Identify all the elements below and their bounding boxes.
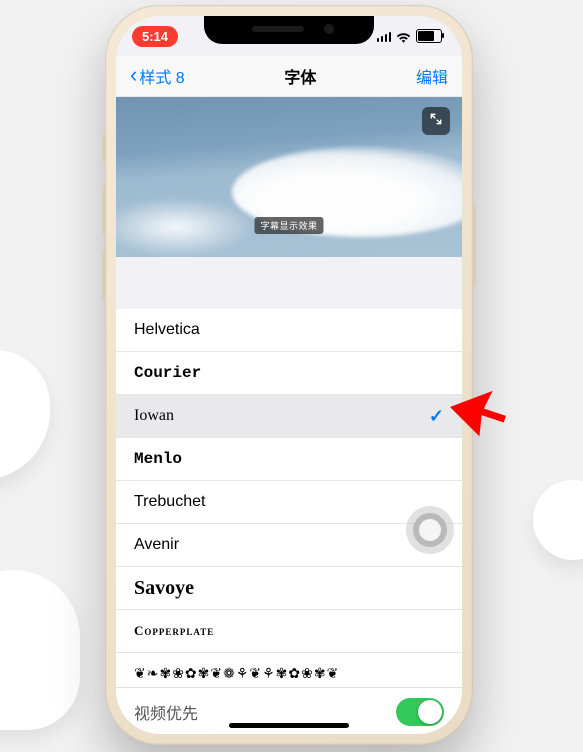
screen: 5:14 ‹ 样式 8 字体 编辑 字幕显示效果 — [116, 16, 462, 734]
side-button — [102, 250, 106, 300]
expand-icon — [429, 112, 443, 131]
side-button — [472, 205, 476, 285]
edit-button[interactable]: 编辑 — [416, 64, 448, 88]
status-time: 5:14 — [132, 26, 178, 47]
section-spacer — [116, 257, 462, 309]
font-label: Copperplate — [134, 623, 214, 639]
font-row-copperplate[interactable]: Copperplate — [116, 610, 462, 653]
font-row-menlo[interactable]: Menlo — [116, 438, 462, 481]
checkmark-icon: ✓ — [429, 406, 444, 427]
back-button[interactable]: ‹ 样式 8 — [130, 64, 185, 88]
preview-caption: 字幕显示效果 — [254, 217, 323, 234]
back-label: 样式 8 — [139, 64, 184, 88]
toggle-label: 视频优先 — [134, 700, 198, 724]
wifi-icon — [396, 31, 411, 42]
font-label: Menlo — [134, 450, 182, 468]
font-label: Savoye — [134, 577, 194, 600]
font-label: Helvetica — [134, 321, 200, 339]
battery-icon — [416, 29, 442, 43]
side-button — [102, 185, 106, 235]
font-row-courier[interactable]: Courier — [116, 352, 462, 395]
font-label: ❦❧✾❀✿✾❦❁⚘❦⚘✾✿❀✾❦ — [134, 666, 339, 683]
page-title: 字体 — [284, 64, 316, 88]
chevron-left-icon: ‹ — [130, 64, 137, 86]
font-row-helvetica[interactable]: Helvetica — [116, 309, 462, 352]
assistive-touch-icon — [413, 513, 447, 547]
side-button — [102, 135, 106, 161]
font-row-iowan[interactable]: Iowan ✓ — [116, 395, 462, 438]
font-label: Iowan — [134, 407, 174, 425]
backdrop-shape — [0, 570, 80, 730]
assistive-touch[interactable] — [406, 506, 454, 554]
nav-bar: ‹ 样式 8 字体 编辑 — [116, 56, 462, 97]
font-list[interactable]: Helvetica Courier Iowan ✓ Menlo Trebuche… — [116, 309, 462, 687]
backdrop-shape — [0, 350, 50, 480]
video-priority-switch[interactable] — [396, 698, 444, 726]
notch — [204, 16, 374, 44]
backdrop-shape — [533, 480, 583, 560]
preview-pane: 字幕显示效果 — [116, 97, 462, 257]
phone-frame: 5:14 ‹ 样式 8 字体 编辑 字幕显示效果 — [105, 5, 473, 745]
font-label: Courier — [134, 364, 201, 382]
font-label: Avenir — [134, 536, 179, 554]
font-row-savoye[interactable]: Savoye — [116, 567, 462, 610]
switch-knob — [418, 700, 442, 724]
status-icons — [377, 29, 443, 43]
font-row-ornament[interactable]: ❦❧✾❀✿✾❦❁⚘❦⚘✾✿❀✾❦ — [116, 653, 462, 687]
preview-image — [116, 197, 256, 257]
expand-button[interactable] — [422, 107, 450, 135]
cellular-icon — [377, 31, 392, 42]
font-label: Trebuchet — [134, 493, 205, 511]
home-indicator[interactable] — [229, 723, 349, 728]
